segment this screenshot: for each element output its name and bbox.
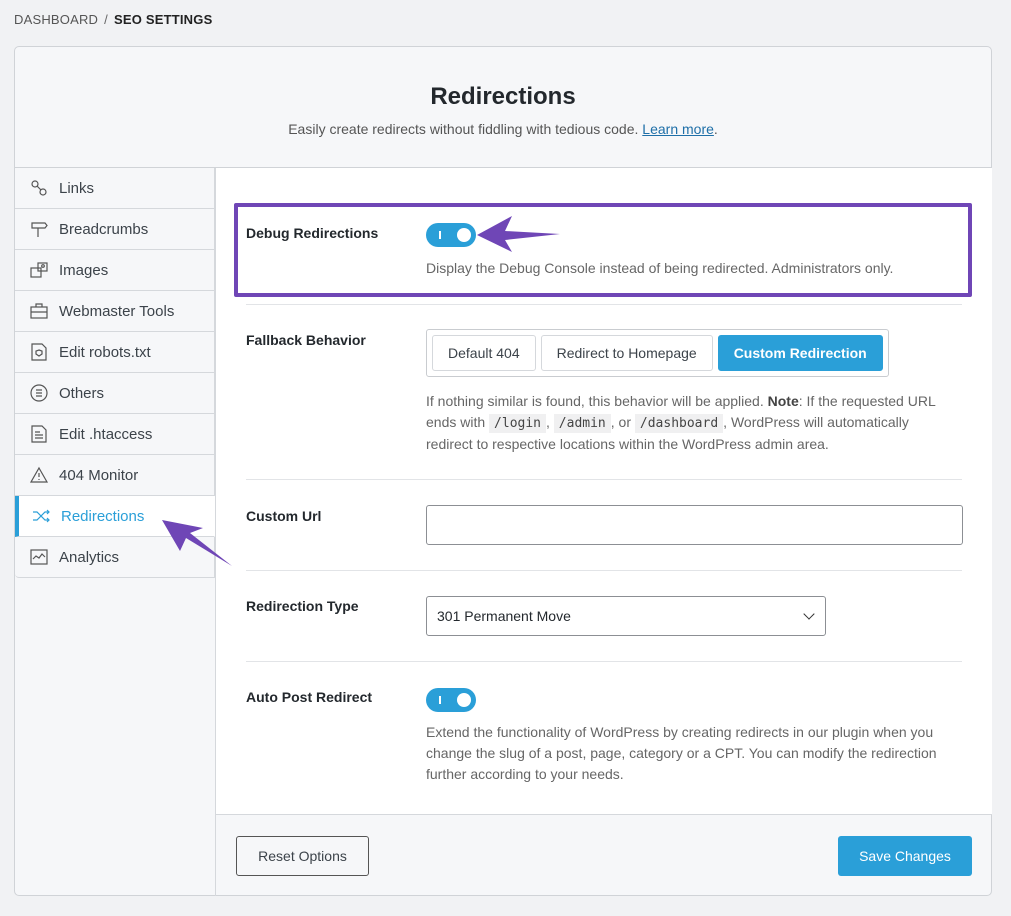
annotation-arrow-icon — [162, 520, 232, 566]
annotation-arrows — [162, 216, 560, 566]
annotation-arrow-icon — [477, 216, 560, 252]
